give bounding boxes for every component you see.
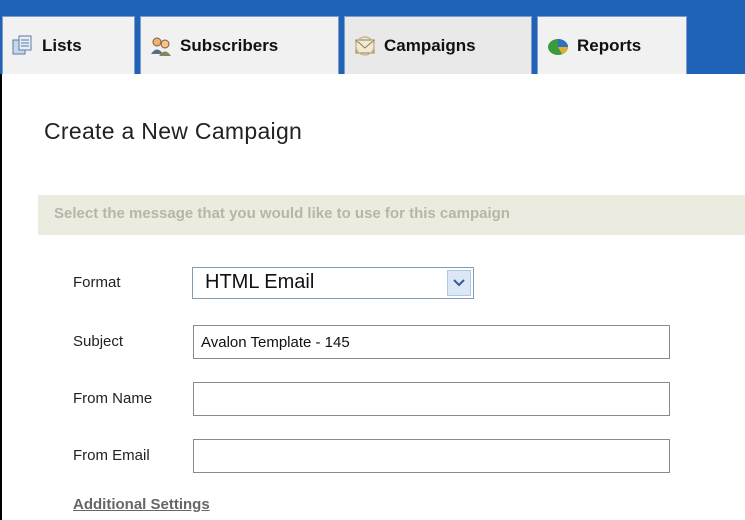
format-select-value: HTML Email xyxy=(205,271,315,293)
tab-reports[interactable]: Reports xyxy=(537,16,687,74)
page-title: Create a New Campaign xyxy=(44,118,303,144)
lists-icon xyxy=(11,34,35,58)
subject-field[interactable] xyxy=(193,325,670,359)
tab-lists[interactable]: Lists xyxy=(2,16,135,74)
subscribers-icon xyxy=(149,34,173,58)
tab-subscribers-label: Subscribers xyxy=(180,35,279,55)
tab-subscribers[interactable]: Subscribers xyxy=(140,16,339,74)
subject-label: Subject xyxy=(73,333,124,350)
format-label: Format xyxy=(73,274,121,291)
from-email-field[interactable] xyxy=(193,439,670,473)
reports-icon xyxy=(546,34,570,58)
tab-bar: Lists Subscribers Campaigns Reports xyxy=(0,0,745,74)
from-name-label: From Name xyxy=(73,390,153,407)
additional-settings-link[interactable]: Additional Settings xyxy=(73,496,210,513)
tab-campaigns[interactable]: Campaigns xyxy=(344,16,532,74)
campaigns-icon xyxy=(353,34,377,58)
tab-reports-label: Reports xyxy=(577,35,642,55)
from-email-label: From Email xyxy=(73,447,150,464)
section-heading: Select the message that you would like t… xyxy=(54,205,510,222)
chevron-down-icon[interactable] xyxy=(447,270,471,296)
format-select[interactable]: HTML Email xyxy=(192,267,474,299)
section-heading-band: Select the message that you would like t… xyxy=(38,195,745,235)
tab-campaigns-label: Campaigns xyxy=(384,35,476,55)
from-name-field[interactable] xyxy=(193,382,670,416)
tab-lists-label: Lists xyxy=(42,35,82,55)
